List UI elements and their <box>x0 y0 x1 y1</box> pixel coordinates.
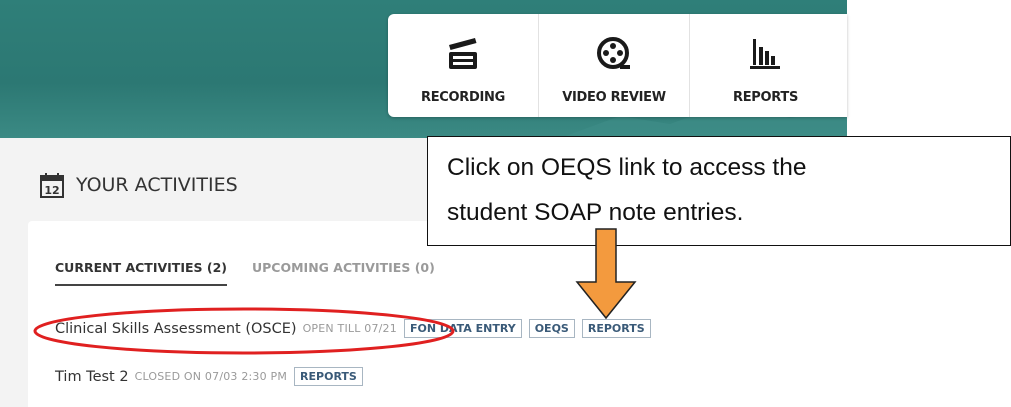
activity-status: CLOSED ON 07/03 2:30 PM <box>134 370 288 383</box>
film-reel-icon <box>597 37 630 69</box>
tab-upcoming-activities[interactable]: UPCOMING ACTIVITIES (0) <box>252 260 435 286</box>
instruction-callout: Click on OEQS link to access the student… <box>427 136 1011 246</box>
tab-current-activities[interactable]: CURRENT ACTIVITIES (2) <box>55 260 227 286</box>
page-title: YOUR ACTIVITIES <box>76 174 238 196</box>
activity-tabs: CURRENT ACTIVITIES (2) UPCOMING ACTIVITI… <box>55 260 460 286</box>
nav-tile-label: REPORTS <box>732 90 799 105</box>
down-arrow-icon <box>575 228 637 320</box>
calendar-day-number: 12 <box>44 184 59 197</box>
reports-button[interactable]: REPORTS <box>294 367 363 386</box>
nav-tile-label: VIDEO REVIEW <box>562 90 666 105</box>
clapperboard-icon <box>449 38 477 69</box>
calendar-icon: 12 <box>40 173 64 198</box>
bar-chart-icon <box>749 39 780 69</box>
activities-heading: 12 YOUR ACTIVITIES <box>40 172 238 198</box>
activity-row: Tim Test 2 CLOSED ON 07/03 2:30 PM REPOR… <box>55 367 363 386</box>
callout-text-line-1: Click on OEQS link to access the <box>447 154 807 181</box>
reports-button[interactable]: REPORTS <box>581 319 651 338</box>
nav-tile-recording[interactable]: RECORDING <box>388 14 539 117</box>
nav-tile-label: RECORDING <box>421 90 505 105</box>
highlight-ellipse <box>33 307 455 355</box>
main-nav: RECORDING VIDEO REVIEW REPORTS <box>388 14 847 117</box>
nav-tile-video-review[interactable]: VIDEO REVIEW <box>539 14 690 117</box>
callout-text-line-2: student SOAP note entries. <box>447 199 744 226</box>
activity-name[interactable]: Tim Test 2 <box>55 369 129 385</box>
oeqs-button[interactable]: OEQS <box>528 319 575 338</box>
nav-tile-reports[interactable]: REPORTS <box>690 14 841 117</box>
